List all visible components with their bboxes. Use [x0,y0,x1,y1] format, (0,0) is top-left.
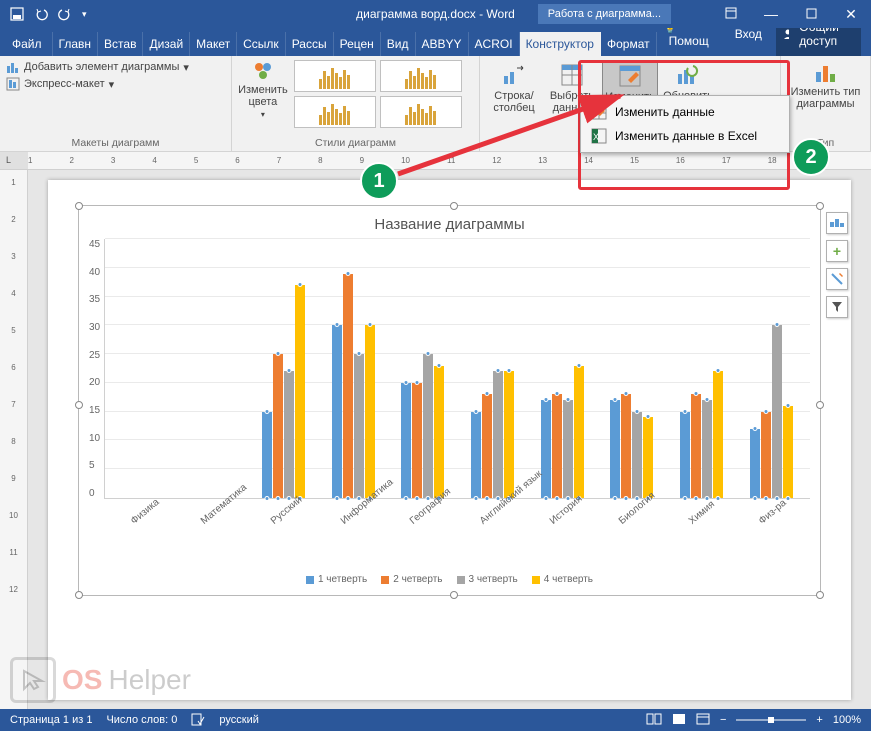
minimize-button[interactable]: — [751,6,791,22]
group-label-layouts: Макеты диаграмм [6,135,225,149]
ribbon-group-layouts: Добавить элемент диаграммы ▾ Экспресс-ма… [0,56,232,151]
chart-side-tools: + [826,212,848,318]
tab-insert[interactable]: Встав [98,32,143,56]
chart-title[interactable]: Название диаграммы [89,216,810,233]
svg-text:X: X [593,132,599,142]
read-mode-icon[interactable] [646,713,662,728]
qat-more-icon[interactable]: ▾ [82,9,87,20]
tab-view[interactable]: Вид [381,32,416,56]
tab-acrobat[interactable]: ACROI [469,32,520,56]
edit-data-dropdown: Изменить данные XИзменить данные в Excel [580,95,790,153]
tab-references[interactable]: Ссылк [237,32,286,56]
chart-funnel-icon[interactable] [826,296,848,318]
status-proofing-icon[interactable] [191,712,205,729]
chart-elements-icon[interactable] [826,212,848,234]
ribbon-tabs: Файл Главн Встав Дизай Макет Ссылк Рассы… [0,28,871,56]
ribbon-options-icon[interactable] [711,6,751,22]
switch-row-column-button[interactable]: Строка/столбец [486,60,542,132]
chart-styles-icon[interactable]: + [826,240,848,262]
chart-bars [104,239,810,499]
annotation-badge-2: 2 [792,138,830,176]
status-bar: Страница 1 из 1 Число слов: 0 русский − … [0,709,871,731]
dropdown-edit-data[interactable]: Изменить данные [581,100,789,124]
tab-design[interactable]: Дизай [143,32,190,56]
tab-mailings[interactable]: Рассы [286,32,334,56]
document-area: 123456789101112 + Название диаграммы 051… [0,170,871,710]
tab-layout[interactable]: Макет [190,32,237,56]
tab-abbyy[interactable]: ABBYY [416,32,469,56]
status-language[interactable]: русский [219,714,258,726]
dropdown-edit-data-excel[interactable]: XИзменить данные в Excel [581,124,789,148]
ribbon-group-type: Изменить тип диаграммы Тип [781,56,871,151]
tab-format[interactable]: Формат [601,32,657,56]
web-layout-icon[interactable] [696,713,710,728]
document-page[interactable]: + Название диаграммы 051015202530354045 … [48,180,851,700]
zoom-slider[interactable] [736,714,806,726]
chart-object[interactable]: + Название диаграммы 051015202530354045 … [78,205,821,596]
tab-review[interactable]: Рецен [334,32,381,56]
title-bar: ▾ диаграмма ворд.docx - Word Работа с ди… [0,0,871,28]
tab-constructor[interactable]: Конструктор [520,32,601,56]
chart-y-axis: 051015202530354045 [89,239,104,499]
chart-filters-icon[interactable] [826,268,848,290]
quick-layout-button[interactable]: Экспресс-макет ▾ [6,77,225,91]
group-label-styles: Стили диаграмм [238,135,473,149]
chart-legend[interactable]: 1 четверть2 четверть3 четверть4 четверть [89,574,810,585]
zoom-level[interactable]: 100% [833,714,861,726]
chart-plot-area[interactable]: 051015202530354045 [89,239,810,499]
print-layout-icon[interactable] [672,713,686,728]
ribbon-group-styles: Изменить цвета▾ Стили диаграмм [232,56,480,151]
horizontal-ruler[interactable]: L 12345678910111213141516171819 [0,152,871,170]
tab-file[interactable]: Файл [0,32,53,56]
status-page[interactable]: Страница 1 из 1 [10,714,92,726]
status-words[interactable]: Число слов: 0 [106,714,177,726]
zoom-out-button[interactable]: − [720,714,726,726]
zoom-in-button[interactable]: + [816,714,822,726]
context-tab-label: Работа с диаграмма... [538,4,671,24]
redo-icon[interactable] [58,7,72,21]
annotation-badge-1: 1 [360,162,398,200]
undo-icon[interactable] [34,7,48,21]
chart-styles-gallery[interactable] [294,60,473,128]
close-button[interactable]: ✕ [831,6,871,23]
document-title: диаграмма ворд.docx - Word [356,7,515,21]
tab-home[interactable]: Главн [53,32,99,56]
maximize-button[interactable] [791,6,831,22]
change-colors-button[interactable]: Изменить цвета▾ [238,60,288,119]
vertical-ruler[interactable]: 123456789101112 [0,170,28,710]
chart-x-axis: ФизикаМатематикаРусскийИнформатикаГеогра… [113,503,810,534]
save-icon[interactable] [10,7,24,21]
add-chart-element-button[interactable]: Добавить элемент диаграммы ▾ [6,60,225,74]
change-chart-type-button[interactable]: Изменить тип диаграммы [787,60,864,110]
